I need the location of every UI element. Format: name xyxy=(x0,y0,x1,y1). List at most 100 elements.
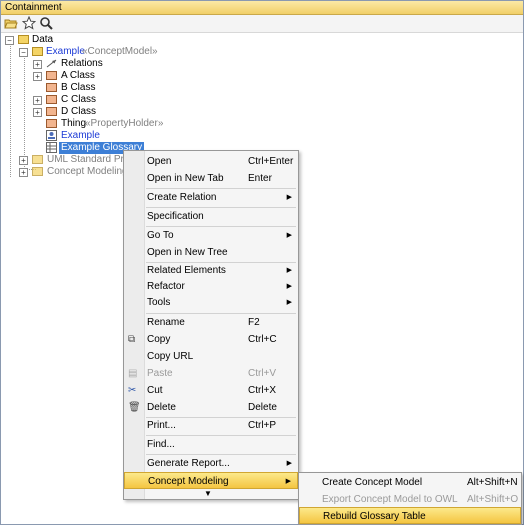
menu-item-shortcut: Alt+Shift+O xyxy=(467,494,519,505)
menu-item-refactor[interactable]: Refactor ▶ xyxy=(124,278,298,295)
menu-item-label: Refactor xyxy=(147,281,185,292)
profile-folder-icon xyxy=(32,167,43,176)
menu-item-label: Print... xyxy=(147,420,176,431)
menu-item-label: Specification xyxy=(147,211,204,222)
menu-item-copy[interactable]: ⧉ Copy Ctrl+C xyxy=(124,331,298,348)
class-icon xyxy=(46,71,57,80)
menu-item-label: Export Concept Model to OWL xyxy=(322,494,458,505)
menu-item-label: Rename xyxy=(147,317,185,328)
class-icon xyxy=(46,119,57,128)
tree-node-label: C Class xyxy=(61,94,97,105)
expand-toggle[interactable]: + xyxy=(33,60,42,69)
expand-toggle[interactable]: + xyxy=(19,156,28,165)
menu-item-generate-report[interactable]: Generate Report... ▶ xyxy=(124,455,298,472)
tree-node-thing[interactable]: Thing «PropertyHolder» xyxy=(33,118,173,130)
tree-connector xyxy=(10,41,11,177)
scroll-down-arrow-icon[interactable]: ▼ xyxy=(204,489,212,498)
menu-item-label: Open in New Tab xyxy=(147,173,224,184)
tree-node-concept-modeling-profile[interactable]: + Concept Modeling Pr xyxy=(19,166,140,178)
menu-item-shortcut: Ctrl+C xyxy=(248,334,277,345)
menu-item-cut[interactable]: ✂ Cut Ctrl+X xyxy=(124,382,298,399)
class-icon xyxy=(46,83,57,92)
menu-item-label: Create Relation xyxy=(147,192,217,203)
menu-item-find[interactable]: Find... xyxy=(124,436,298,453)
panel-title: Containment xyxy=(5,2,62,13)
tree-node-uml-standard-profile[interactable]: + UML Standard Profile xyxy=(19,154,142,166)
table-icon xyxy=(46,142,57,153)
search-icon[interactable] xyxy=(39,16,53,30)
collapse-toggle[interactable]: − xyxy=(5,36,14,45)
panel-titlebar: Containment xyxy=(1,1,523,15)
menu-item-export-concept-model-to-owl: Export Concept Model to OWL Alt+Shift+O xyxy=(299,491,521,508)
tree-node-stereotype: «PropertyHolder» xyxy=(85,118,164,129)
tree-node-example-diagram[interactable]: Example xyxy=(33,130,133,142)
tree-node-label: A Class xyxy=(61,70,95,81)
tree-node-relations[interactable]: + Relations xyxy=(33,58,133,70)
menu-item-label: Delete xyxy=(147,402,176,413)
menu-item-open-in-new-tree[interactable]: Open in New Tree xyxy=(124,244,298,261)
menu-item-label: Find... xyxy=(147,439,175,450)
submenu-arrow-icon: ▶ xyxy=(286,299,292,306)
tree-node-label: B Class xyxy=(61,82,96,93)
menu-item-delete[interactable]: 🗑 Delete Delete xyxy=(124,399,298,416)
diagram-icon xyxy=(46,130,57,141)
copy-icon: ⧉ xyxy=(128,334,136,345)
open-folder-icon[interactable] xyxy=(4,16,18,30)
package-folder-icon xyxy=(32,47,43,56)
menu-item-label: Create Concept Model xyxy=(322,477,423,488)
menu-item-tools[interactable]: Tools ▶ xyxy=(124,294,298,311)
menu-item-shortcut: Enter xyxy=(248,173,272,184)
menu-item-label: Copy xyxy=(147,334,171,345)
tree-node-label: D Class xyxy=(61,106,97,117)
menu-item-paste: ▤ Paste Ctrl+V xyxy=(124,365,298,382)
menu-item-label: Generate Report... xyxy=(147,458,230,469)
expand-toggle[interactable]: + xyxy=(33,96,42,105)
concept-modeling-submenu: Create Concept Model Alt+Shift+N Export … xyxy=(298,472,522,525)
tree-node-example-glossary[interactable]: Example Glossary xyxy=(33,142,145,154)
menu-item-open[interactable]: Open Ctrl+Enter xyxy=(124,153,298,170)
menu-item-copy-url[interactable]: Copy URL xyxy=(124,348,298,365)
menu-item-label: Paste xyxy=(147,368,173,379)
star-icon[interactable] xyxy=(22,16,36,30)
menu-item-rebuild-glossary-table[interactable]: Rebuild Glossary Table xyxy=(299,507,521,524)
relation-icon xyxy=(46,59,57,68)
tree-node-label: Thing xyxy=(61,118,87,129)
menu-item-go-to[interactable]: Go To ▶ xyxy=(124,227,298,244)
menu-item-open-in-new-tab[interactable]: Open in New Tab Enter xyxy=(124,170,298,187)
scissors-icon: ✂ xyxy=(128,385,137,396)
menu-item-shortcut: Alt+Shift+N xyxy=(467,477,518,488)
tree-node-c-class[interactable]: + C Class xyxy=(33,94,133,106)
tree-node-b-class[interactable]: B Class xyxy=(33,82,133,94)
menu-item-shortcut: F2 xyxy=(248,317,260,328)
menu-item-shortcut: Ctrl+V xyxy=(248,368,277,379)
class-icon xyxy=(46,95,57,104)
tree-node-a-class[interactable]: + A Class xyxy=(33,70,133,82)
menu-item-concept-modeling[interactable]: Concept Modeling ▶ xyxy=(124,472,298,489)
menu-item-specification[interactable]: Specification xyxy=(124,208,298,225)
expand-toggle[interactable]: + xyxy=(33,108,42,117)
paste-icon: ▤ xyxy=(128,368,138,379)
menu-item-label: Cut xyxy=(147,385,163,396)
tree-node-label: Example xyxy=(61,130,100,141)
tree-node-d-class[interactable]: + D Class xyxy=(33,106,133,118)
submenu-arrow-icon: ▶ xyxy=(286,194,292,201)
tree-node-example-model[interactable]: − Example «ConceptModel» xyxy=(19,46,179,58)
menu-item-rename[interactable]: Rename F2 xyxy=(124,314,298,331)
menu-item-create-relation[interactable]: Create Relation ▶ xyxy=(124,189,298,206)
context-menu: Open Ctrl+Enter Open in New Tab Enter Cr… xyxy=(123,150,299,500)
submenu-arrow-icon: ▶ xyxy=(285,478,291,485)
expand-toggle[interactable]: + xyxy=(19,168,28,177)
menu-item-related-elements[interactable]: Related Elements ▶ xyxy=(124,262,298,279)
menu-item-create-concept-model[interactable]: Create Concept Model Alt+Shift+N xyxy=(299,474,521,491)
expand-toggle[interactable]: + xyxy=(33,72,42,81)
menu-item-print[interactable]: Print... Ctrl+P xyxy=(124,417,298,434)
menu-item-label: Tools xyxy=(147,297,171,308)
menu-item-label: Related Elements xyxy=(147,265,226,276)
tree-node-label: Example xyxy=(46,46,85,57)
menu-item-label: Open xyxy=(147,156,172,167)
collapse-toggle[interactable]: − xyxy=(19,48,28,57)
class-icon xyxy=(46,107,57,116)
tree-node-data[interactable]: − Data xyxy=(5,34,85,46)
menu-item-label: Open in New Tree xyxy=(147,247,228,258)
menu-item-shortcut: Delete xyxy=(248,402,277,413)
